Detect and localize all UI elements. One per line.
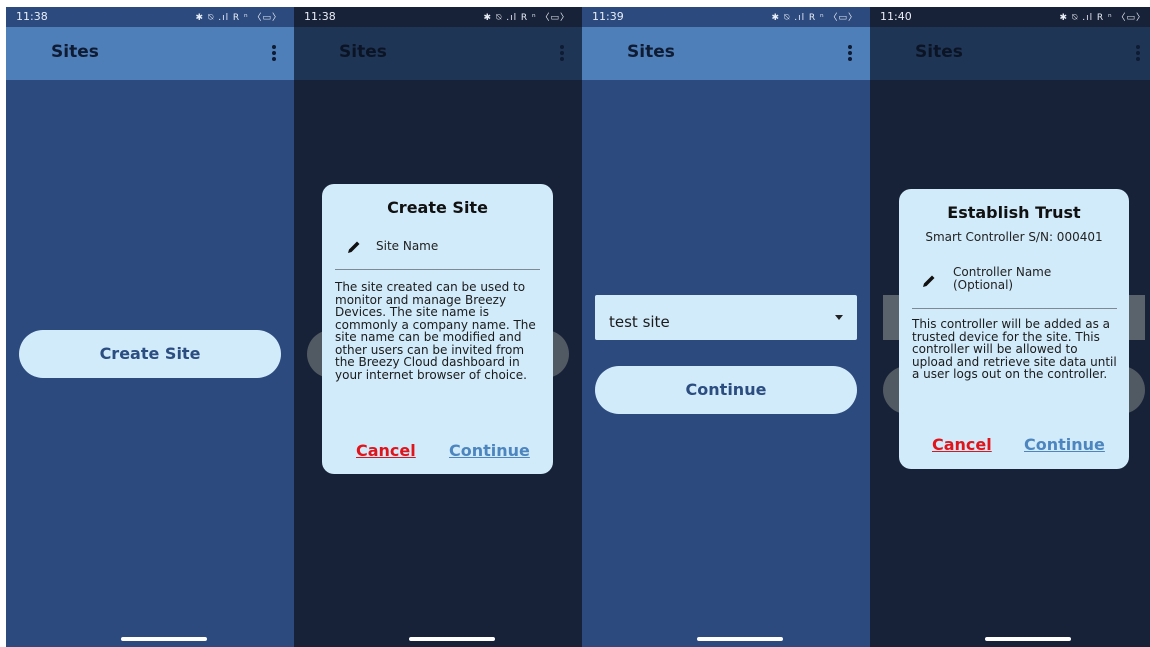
screen-select-site: 11:39 ✱ ⍉ .ıl R ⁿ 〈▭〉 Sites test site Co… xyxy=(582,7,870,647)
cancel-button[interactable]: Cancel xyxy=(932,435,992,454)
dialog-title: Establish Trust xyxy=(947,203,1081,222)
dropdown-arrow-icon xyxy=(835,315,843,320)
screen-create-site-dialog: 11:38 ✱ ⍉ .ıl R ⁿ 〈▭〉 Sites Create Site … xyxy=(294,7,582,647)
home-indicator[interactable] xyxy=(121,637,207,641)
home-indicator[interactable] xyxy=(409,637,495,641)
status-bar: 11:40 ✱ ⍉ .ıl R ⁿ 〈▭〉 xyxy=(870,7,1150,27)
status-bar: 11:38 ✱ ⍉ .ıl R ⁿ 〈▭〉 xyxy=(294,7,582,27)
create-site-dialog: Create Site Site Name The site created c… xyxy=(322,184,553,474)
pencil-icon xyxy=(348,241,360,253)
site-select-value: test site xyxy=(609,313,670,331)
page-title: Sites xyxy=(339,42,387,62)
page-title: Sites xyxy=(51,42,99,62)
status-icons: ✱ ⍉ .ıl R ⁿ 〈▭〉 xyxy=(195,13,282,23)
serial-number-text: Smart Controller S/N: 000401 xyxy=(925,230,1103,244)
continue-button[interactable]: Continue xyxy=(1024,435,1105,454)
status-time: 11:38 xyxy=(304,10,336,23)
continue-button[interactable]: Continue xyxy=(595,366,857,414)
status-bar: 11:38 ✱ ⍉ .ıl R ⁿ 〈▭〉 xyxy=(6,7,294,27)
app-bar: Sites xyxy=(6,27,294,80)
more-options-icon[interactable] xyxy=(1136,45,1140,61)
app-bar: Sites xyxy=(582,27,870,80)
continue-button[interactable]: Continue xyxy=(449,441,530,460)
more-options-icon[interactable] xyxy=(272,45,276,61)
status-time: 11:38 xyxy=(16,10,48,23)
status-icons: ✱ ⍉ .ıl R ⁿ 〈▭〉 xyxy=(1059,13,1146,23)
status-icons: ✱ ⍉ .ıl R ⁿ 〈▭〉 xyxy=(771,13,858,23)
screen-sites-empty: 11:38 ✱ ⍉ .ıl R ⁿ 〈▭〉 Sites Create Site xyxy=(6,7,294,647)
home-indicator[interactable] xyxy=(697,637,783,641)
dialog-body-text: This controller will be added as a trust… xyxy=(912,317,1117,381)
controller-name-underline xyxy=(912,308,1117,309)
more-options-icon[interactable] xyxy=(560,45,564,61)
status-bar: 11:39 ✱ ⍉ .ıl R ⁿ 〈▭〉 xyxy=(582,7,870,27)
establish-trust-dialog: Establish Trust Smart Controller S/N: 00… xyxy=(899,189,1129,469)
status-icons: ✱ ⍉ .ıl R ⁿ 〈▭〉 xyxy=(483,13,570,23)
status-time: 11:39 xyxy=(592,10,624,23)
site-name-underline xyxy=(335,269,540,270)
page-title: Sites xyxy=(627,42,675,62)
pencil-icon xyxy=(923,275,935,287)
more-options-icon[interactable] xyxy=(848,45,852,61)
home-indicator[interactable] xyxy=(985,637,1071,641)
status-time: 11:40 xyxy=(880,10,912,23)
cancel-button[interactable]: Cancel xyxy=(356,441,416,460)
create-site-button[interactable]: Create Site xyxy=(19,330,281,378)
dialog-body-text: The site created can be used to monitor … xyxy=(335,280,536,382)
site-select-dropdown[interactable]: test site xyxy=(595,295,857,340)
site-name-field[interactable]: Site Name xyxy=(376,240,438,253)
app-bar: Sites xyxy=(870,27,1150,80)
page-title: Sites xyxy=(915,42,963,62)
controller-name-field[interactable]: Controller Name (Optional) xyxy=(953,266,1063,292)
dialog-title: Create Site xyxy=(387,198,488,217)
app-bar: Sites xyxy=(294,27,582,80)
screen-establish-trust-dialog: 11:40 ✱ ⍉ .ıl R ⁿ 〈▭〉 Sites Establish Tr… xyxy=(870,7,1150,647)
